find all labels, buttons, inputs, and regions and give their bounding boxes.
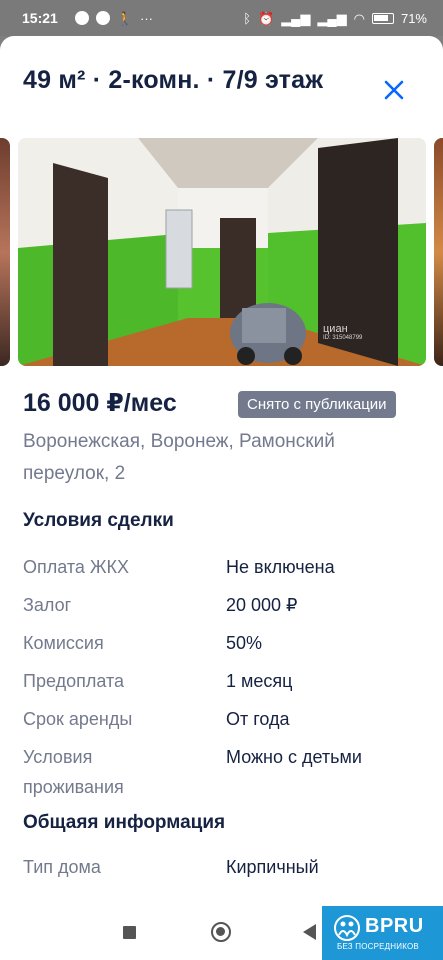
row-value: Можно с детьми	[226, 747, 362, 767]
bluetooth-icon: ᛒ	[243, 10, 251, 26]
row-value: От года	[226, 709, 290, 729]
listing-sheet: 49 м² · 2-комн. · 7/9 этаж циан ID: 3150…	[0, 36, 443, 906]
row-label: Срок аренды	[23, 709, 133, 729]
close-icon[interactable]	[380, 76, 408, 104]
battery-icon	[371, 12, 394, 24]
back-triangle-icon[interactable]	[303, 924, 316, 940]
row-value: 1 месяц	[226, 671, 293, 691]
circle-icon[interactable]	[211, 922, 231, 942]
wifi-icon: ◠	[353, 10, 365, 26]
next-photo[interactable]	[434, 138, 443, 366]
previous-photo[interactable]	[0, 138, 10, 366]
general-info-heading: Общаяя информация	[23, 812, 226, 833]
battery-percent: 71%	[400, 10, 427, 26]
bpru-badge: BPRU БЕЗ ПОСРЕДНИКОВ	[322, 906, 443, 960]
photo-gallery[interactable]: циан ID: 315048799	[0, 138, 443, 366]
main-photo[interactable]: циан ID: 315048799	[18, 138, 426, 366]
bpru-name: BPRU	[365, 915, 424, 937]
photo-watermark: циан ID: 315048799	[323, 323, 362, 341]
row-label: Залог	[23, 595, 72, 615]
listing-price: 16 000 ₽/мес	[23, 389, 177, 417]
row-label: Предоплата	[23, 671, 124, 691]
watermark-brand: циан	[323, 323, 348, 335]
bpru-tagline: БЕЗ ПОСРЕДНИКОВ	[337, 942, 419, 951]
row-label: Оплата ЖКХ	[23, 557, 130, 577]
row-label: Комиссия	[23, 633, 104, 653]
row-value: 20 000 ₽	[226, 595, 298, 615]
status-badge: Снято с публикации	[238, 391, 396, 418]
more-dots: ···	[140, 10, 153, 26]
alarm-icon: ⏰	[258, 10, 275, 26]
status-bar: 15:21 🚶 ··· ᛒ ⏰ ▂▄▆ ▂▄▆ ◠ 71%	[0, 0, 443, 36]
listing-title: 49 м² · 2-комн. · 7/9 этаж	[23, 66, 324, 94]
notification-icon	[74, 11, 89, 25]
deal-terms-heading: Условия сделки	[23, 510, 174, 531]
row-value: Не включена	[226, 557, 335, 577]
row-label: Тип дома	[23, 857, 101, 877]
signal-icon: ▂▄▆	[317, 10, 347, 26]
bpru-logo-icon	[334, 915, 360, 941]
status-time: 15:21	[22, 10, 58, 26]
square-icon[interactable]	[123, 926, 136, 939]
walk-icon: 🚶	[116, 10, 133, 26]
listing-address[interactable]: Воронежская, Воронеж, Рамонский переулок…	[23, 426, 423, 490]
signal-icon: ▂▄▆	[281, 10, 311, 26]
yandex-icon	[95, 11, 110, 25]
row-value: Кирпичный	[226, 857, 319, 877]
row-value: 50%	[226, 633, 263, 653]
row-label: Условия проживания	[23, 747, 124, 797]
watermark-id: ID: 315048799	[323, 335, 363, 341]
